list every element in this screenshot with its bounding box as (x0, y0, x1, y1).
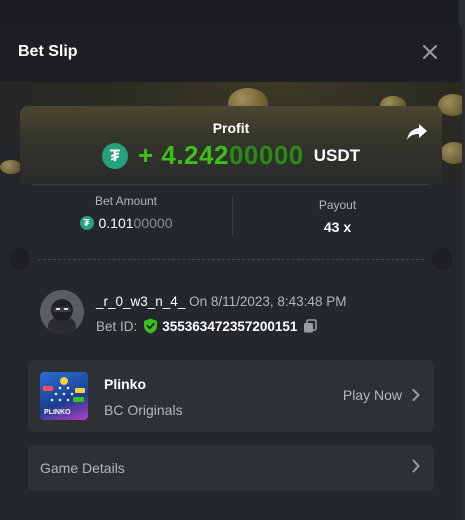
profit-row: ₮ + 4.24200000 USDT (20, 140, 442, 171)
game-details-label[interactable]: Game Details (40, 460, 125, 476)
user-info: _r_0_w3_n_4_ On 8/11/2023, 8:43:48 PM Be… (40, 290, 430, 338)
bet-amount-label: Bet Amount (94, 194, 158, 208)
play-now-label[interactable]: Play Now (343, 387, 402, 403)
close-icon[interactable] (423, 45, 437, 59)
share-button[interactable] (406, 122, 430, 146)
plinko-thumbnail[interactable]: PLINKO (40, 372, 88, 420)
divider (32, 184, 430, 185)
bet-id-line: Bet ID: 355363472357200151 (96, 318, 318, 334)
user-line: _r_0_w3_n_4_ On 8/11/2023, 8:43:48 PM (96, 294, 346, 309)
avatar[interactable] (40, 290, 84, 334)
game-provider: BC Originals (104, 402, 183, 418)
modal-header: Bet Slip (0, 22, 462, 82)
bet-date: On 8/11/2023, 8:43:48 PM (189, 294, 347, 309)
ticket-notch-right (432, 248, 452, 270)
bet-card: Profit ₮ + 4.24200000 USDT Bet Amount ₮ … (10, 106, 452, 496)
shield-check-icon (144, 318, 158, 334)
game-panel[interactable]: PLINKO Plinko BC Originals Play Now (28, 360, 434, 432)
bet-slip-modal: Bet Slip Profit ₮ + 4.24200000 USDT Bet … (0, 22, 462, 520)
payout-stat: Payout 43 x (233, 198, 442, 235)
play-now-button[interactable]: Play Now (343, 387, 420, 403)
username[interactable]: _r_0_w3_n_4_ (96, 294, 185, 309)
dashed-divider (38, 259, 424, 260)
ninja-avatar-icon (40, 290, 84, 334)
tether-icon: ₮ (79, 216, 94, 230)
profit-sign: + (137, 140, 162, 170)
profit-amount: + 4.24200000 (138, 140, 304, 171)
profit-section: Profit ₮ + 4.24200000 USDT (20, 106, 442, 184)
bet-amount-value: ₮ 0.101 00000 (20, 215, 232, 231)
game-details-button[interactable]: Game Details (28, 445, 434, 491)
profit-label: Profit (212, 120, 250, 136)
chevron-right-icon[interactable] (412, 389, 420, 401)
bet-id-label: Bet ID: (96, 318, 138, 334)
profit-amount-dim: 00000 (228, 140, 304, 170)
ticket-notch-left (10, 248, 30, 270)
bet-amount-dim: 00000 (133, 215, 173, 231)
profit-amount-bright: 4.242 (161, 140, 229, 170)
payout-value: 43 x (323, 219, 352, 235)
close-button[interactable] (418, 40, 442, 64)
plinko-icon: PLINKO (43, 377, 85, 416)
bet-amount-stat: Bet Amount ₮ 0.101 00000 (20, 194, 232, 231)
profit-currency: USDT (313, 145, 361, 165)
bet-amount-bright: 0.101 (98, 215, 134, 231)
modal-title: Bet Slip (18, 43, 78, 60)
plinko-thumb-label: PLINKO (44, 409, 71, 416)
tether-icon: ₮ (101, 142, 128, 169)
bet-id: 355363472357200151 (162, 318, 298, 334)
game-name: Plinko (104, 376, 147, 392)
payout-label: Payout (318, 198, 357, 212)
copy-icon[interactable] (303, 319, 318, 333)
share-icon[interactable] (406, 122, 428, 142)
chevron-right-icon[interactable] (412, 459, 420, 473)
